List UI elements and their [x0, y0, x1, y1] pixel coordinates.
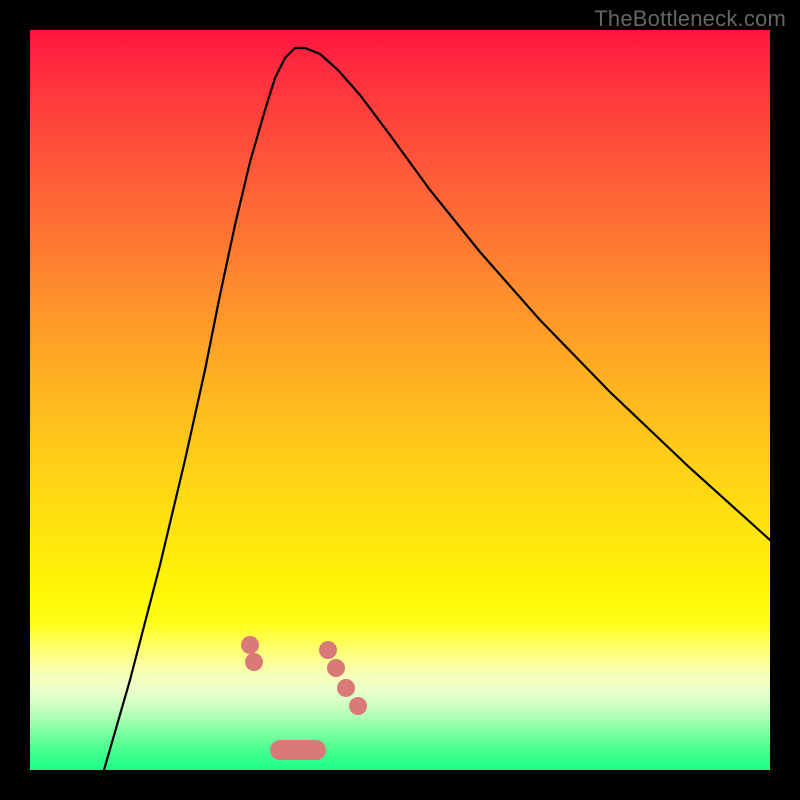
bottleneck-curve	[104, 48, 770, 770]
watermark-text: TheBottleneck.com	[594, 6, 786, 32]
plot-area	[30, 30, 770, 770]
marker-left-1	[241, 636, 259, 654]
chart-svg	[30, 30, 770, 770]
chart-frame: TheBottleneck.com	[0, 0, 800, 800]
marker-right-2	[327, 659, 345, 677]
marker-right-3	[337, 679, 355, 697]
valley-band	[270, 740, 326, 760]
marker-right-4	[349, 697, 367, 715]
marker-left-2	[245, 653, 263, 671]
marker-right-1	[319, 641, 337, 659]
